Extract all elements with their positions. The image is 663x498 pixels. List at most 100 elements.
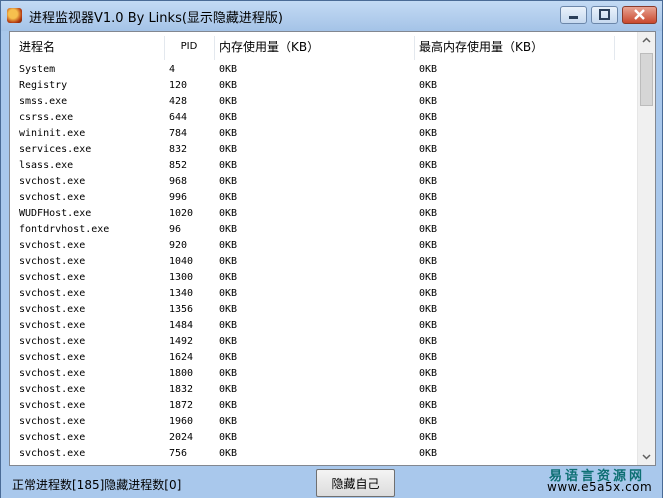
table-row[interactable]: wininit.exe 784 0KB 0KB	[10, 126, 640, 142]
table-row[interactable]: svchost.exe 1492 0KB 0KB	[10, 334, 640, 350]
peak-memory-cell: 0KB	[419, 400, 438, 411]
minimize-icon	[569, 16, 578, 19]
peak-memory-cell: 0KB	[419, 416, 438, 427]
process-name-cell: lsass.exe	[19, 160, 74, 171]
process-name-cell: services.exe	[19, 144, 92, 155]
pid-cell: 996	[169, 192, 188, 203]
memory-cell: 0KB	[219, 208, 238, 219]
memory-cell: 0KB	[219, 304, 238, 315]
peak-memory-cell: 0KB	[419, 208, 438, 219]
table-row[interactable]: svchost.exe 1356 0KB 0KB	[10, 302, 640, 318]
process-name-cell: svchost.exe	[19, 240, 86, 251]
pid-cell: 920	[169, 240, 188, 251]
chevron-up-icon	[642, 37, 651, 43]
vertical-scrollbar[interactable]	[637, 32, 655, 465]
maximize-button[interactable]	[591, 6, 618, 24]
table-row[interactable]: svchost.exe 968 0KB 0KB	[10, 174, 640, 190]
table-row[interactable]: Registry 120 0KB 0KB	[10, 78, 640, 94]
peak-memory-cell: 0KB	[419, 384, 438, 395]
close-button[interactable]	[622, 6, 657, 24]
process-name-cell: smss.exe	[19, 96, 68, 107]
pid-cell: 644	[169, 112, 188, 123]
watermark-url: www.e5a5x.com	[547, 480, 653, 494]
column-divider	[614, 36, 615, 60]
table-row[interactable]: svchost.exe 1832 0KB 0KB	[10, 382, 640, 398]
memory-cell: 0KB	[219, 64, 238, 75]
memory-cell: 0KB	[219, 368, 238, 379]
app-icon	[7, 8, 22, 23]
column-divider	[414, 36, 415, 60]
table-row[interactable]: svchost.exe 1624 0KB 0KB	[10, 350, 640, 366]
table-row[interactable]: csrss.exe 644 0KB 0KB	[10, 110, 640, 126]
peak-memory-cell: 0KB	[419, 224, 438, 235]
peak-memory-cell: 0KB	[419, 336, 438, 347]
peak-memory-cell: 0KB	[419, 128, 438, 139]
peak-memory-cell: 0KB	[419, 304, 438, 315]
process-name-cell: svchost.exe	[19, 416, 86, 427]
pid-cell: 1040	[169, 256, 194, 267]
pid-cell: 1872	[169, 400, 194, 411]
table-row[interactable]: svchost.exe 1040 0KB 0KB	[10, 254, 640, 270]
pid-cell: 428	[169, 96, 188, 107]
memory-cell: 0KB	[219, 336, 238, 347]
pid-cell: 756	[169, 448, 188, 459]
table-row[interactable]: svchost.exe 1340 0KB 0KB	[10, 286, 640, 302]
memory-cell: 0KB	[219, 320, 238, 331]
memory-cell: 0KB	[219, 288, 238, 299]
peak-memory-cell: 0KB	[419, 80, 438, 91]
column-header-pid[interactable]: PID	[164, 32, 214, 62]
table-row[interactable]: services.exe 832 0KB 0KB	[10, 142, 640, 158]
peak-memory-cell: 0KB	[419, 240, 438, 251]
table-row[interactable]: svchost.exe 1960 0KB 0KB	[10, 414, 640, 430]
scroll-up-button[interactable]	[638, 32, 655, 49]
table-row[interactable]: svchost.exe 1300 0KB 0KB	[10, 270, 640, 286]
process-name-cell: svchost.exe	[19, 384, 86, 395]
memory-cell: 0KB	[219, 224, 238, 235]
pid-cell: 832	[169, 144, 188, 155]
table-row[interactable]: smss.exe 428 0KB 0KB	[10, 94, 640, 110]
column-header-name[interactable]: 进程名	[19, 32, 164, 62]
pid-cell: 1960	[169, 416, 194, 427]
maximize-icon	[599, 9, 610, 20]
pid-cell: 784	[169, 128, 188, 139]
peak-memory-cell: 0KB	[419, 160, 438, 171]
table-row[interactable]: svchost.exe 756 0KB 0KB	[10, 446, 640, 462]
column-header-memory[interactable]: 内存使用量（KB）	[219, 32, 414, 62]
table-row[interactable]: fontdrvhost.exe 96 0KB 0KB	[10, 222, 640, 238]
list-rows: System 4 0KB 0KB Registry 120 0KB 0KB smss.exe 42…	[10, 62, 640, 462]
process-name-cell: System	[19, 64, 56, 75]
pid-cell: 1340	[169, 288, 194, 299]
scroll-down-button[interactable]	[638, 448, 655, 465]
table-row[interactable]: svchost.exe 996 0KB 0KB	[10, 190, 640, 206]
process-list[interactable]: 进程名 PID 内存使用量（KB） 最高内存使用量（KB） System 4 0KB…	[9, 31, 656, 466]
memory-cell: 0KB	[219, 112, 238, 123]
memory-cell: 0KB	[219, 352, 238, 363]
title-bar[interactable]: 进程监视器V1.0 By Links(显示隐藏进程版)	[1, 1, 662, 31]
process-name-cell: svchost.exe	[19, 304, 86, 315]
peak-memory-cell: 0KB	[419, 320, 438, 331]
minimize-button[interactable]	[560, 6, 587, 24]
memory-cell: 0KB	[219, 448, 238, 459]
peak-memory-cell: 0KB	[419, 256, 438, 267]
pid-cell: 968	[169, 176, 188, 187]
chevron-down-icon	[642, 454, 651, 460]
table-row[interactable]: System 4 0KB 0KB	[10, 62, 640, 78]
column-header-peak-memory[interactable]: 最高内存使用量（KB）	[419, 32, 614, 62]
peak-memory-cell: 0KB	[419, 144, 438, 155]
memory-cell: 0KB	[219, 176, 238, 187]
table-row[interactable]: svchost.exe 1872 0KB 0KB	[10, 398, 640, 414]
table-row[interactable]: WUDFHost.exe 1020 0KB 0KB	[10, 206, 640, 222]
memory-cell: 0KB	[219, 272, 238, 283]
table-row[interactable]: svchost.exe 1800 0KB 0KB	[10, 366, 640, 382]
table-row[interactable]: lsass.exe 852 0KB 0KB	[10, 158, 640, 174]
pid-cell: 1624	[169, 352, 194, 363]
pid-cell: 4	[169, 64, 176, 75]
table-row[interactable]: svchost.exe 920 0KB 0KB	[10, 238, 640, 254]
table-row[interactable]: svchost.exe 1484 0KB 0KB	[10, 318, 640, 334]
pid-cell: 852	[169, 160, 188, 171]
table-row[interactable]: svchost.exe 2024 0KB 0KB	[10, 430, 640, 446]
scroll-thumb[interactable]	[640, 53, 653, 106]
process-name-cell: wininit.exe	[19, 128, 86, 139]
hide-self-button[interactable]: 隐藏自己	[316, 469, 395, 497]
memory-cell: 0KB	[219, 160, 238, 171]
